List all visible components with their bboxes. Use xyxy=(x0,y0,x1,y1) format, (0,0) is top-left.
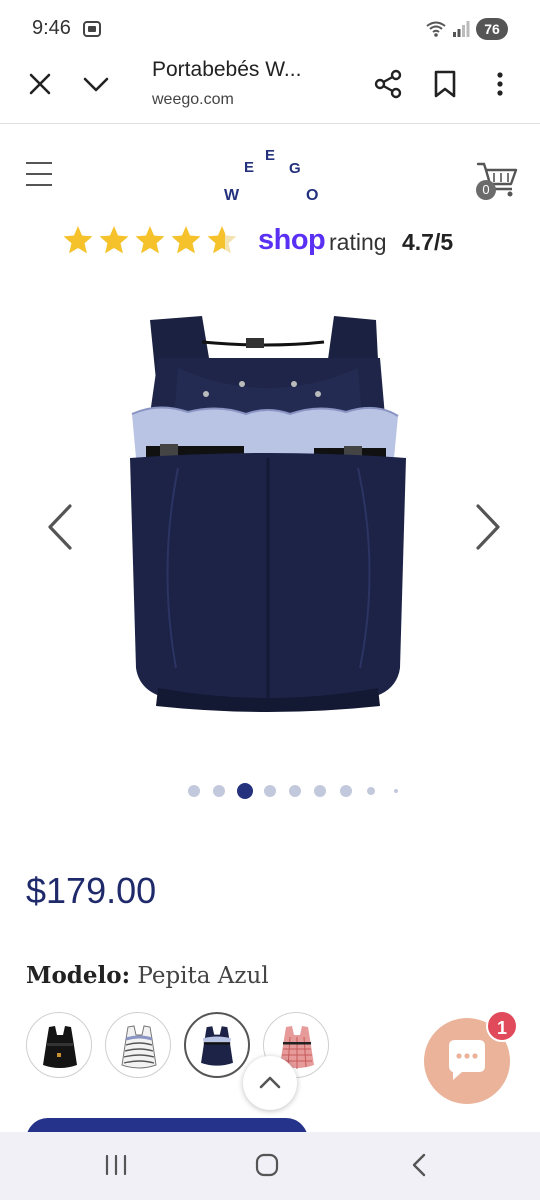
star-icon xyxy=(171,226,201,254)
weego-logo[interactable]: W E E G O xyxy=(210,146,330,208)
shop-rating[interactable]: shop rating 4.7/5 xyxy=(62,224,482,260)
chevron-up-icon xyxy=(259,1076,281,1089)
star-icon xyxy=(99,226,129,254)
screen-record-icon xyxy=(83,21,101,37)
home-icon[interactable] xyxy=(254,1152,280,1178)
shop-brand-label: shop xyxy=(258,224,326,256)
signal-icon xyxy=(453,21,470,37)
star-icon xyxy=(135,226,165,254)
chat-notification-badge: 1 xyxy=(486,1010,518,1042)
chevron-down-icon[interactable] xyxy=(82,70,110,98)
close-icon[interactable] xyxy=(26,70,54,98)
menu-icon[interactable] xyxy=(26,162,54,188)
model-selector-label: Modelo: Pepita Azul xyxy=(26,962,269,989)
page-url[interactable]: weego.com xyxy=(152,91,234,109)
rating-label: rating xyxy=(329,229,387,255)
previous-image-arrow-icon[interactable] xyxy=(44,502,78,552)
star-rating xyxy=(62,224,238,260)
product-price: $179.00 xyxy=(26,870,157,911)
rating-value: 4.7/5 xyxy=(402,229,454,255)
next-image-arrow-icon[interactable] xyxy=(470,502,504,552)
browser-toolbar: Portabebés W... weego.com xyxy=(0,56,540,124)
swatch-black-image xyxy=(43,1026,77,1068)
more-options-icon[interactable] xyxy=(492,70,508,98)
product-image[interactable] xyxy=(118,308,418,718)
page-title: Portabebés W... xyxy=(152,58,302,81)
logo-letter-e2: E xyxy=(265,147,275,164)
logo-letter-e1: E xyxy=(244,159,254,176)
swatch-black[interactable] xyxy=(26,1012,92,1078)
bookmark-icon[interactable] xyxy=(432,70,458,98)
status-time: 9:46 xyxy=(32,17,71,39)
back-icon[interactable] xyxy=(408,1152,430,1178)
carousel-dots xyxy=(0,782,540,802)
half-star-icon xyxy=(207,226,237,254)
cart-count-badge[interactable]: 0 xyxy=(476,180,496,200)
swatch-zebra-image xyxy=(121,1025,157,1069)
carousel-dot[interactable] xyxy=(213,785,225,797)
carousel-dot[interactable] xyxy=(289,785,301,797)
battery-indicator: 76 xyxy=(476,18,508,40)
carousel-dot[interactable] xyxy=(394,789,398,793)
star-icon xyxy=(63,226,93,254)
swatch-pepita-azul-image xyxy=(201,1026,233,1066)
share-icon[interactable] xyxy=(372,68,404,100)
carousel-dot[interactable] xyxy=(340,785,352,797)
carousel-dot[interactable] xyxy=(264,785,276,797)
scroll-to-top-button[interactable] xyxy=(243,1056,297,1110)
logo-letter-g: G xyxy=(289,160,301,177)
carousel-dot[interactable] xyxy=(367,787,375,795)
carousel-dot[interactable] xyxy=(188,785,200,797)
logo-letter-w: W xyxy=(224,187,240,204)
recent-apps-icon[interactable] xyxy=(104,1154,128,1176)
swatch-pepita-azul[interactable] xyxy=(184,1012,250,1078)
wifi-icon xyxy=(426,21,446,37)
carousel-dot[interactable] xyxy=(314,785,326,797)
model-value: Pepita Azul xyxy=(137,963,269,989)
model-label: Modelo: xyxy=(26,962,131,989)
logo-letter-o: O xyxy=(306,187,318,204)
status-bar: 9:46 76 xyxy=(0,0,540,56)
swatch-zebra[interactable] xyxy=(105,1012,171,1078)
carousel-dot-active[interactable] xyxy=(237,783,253,799)
